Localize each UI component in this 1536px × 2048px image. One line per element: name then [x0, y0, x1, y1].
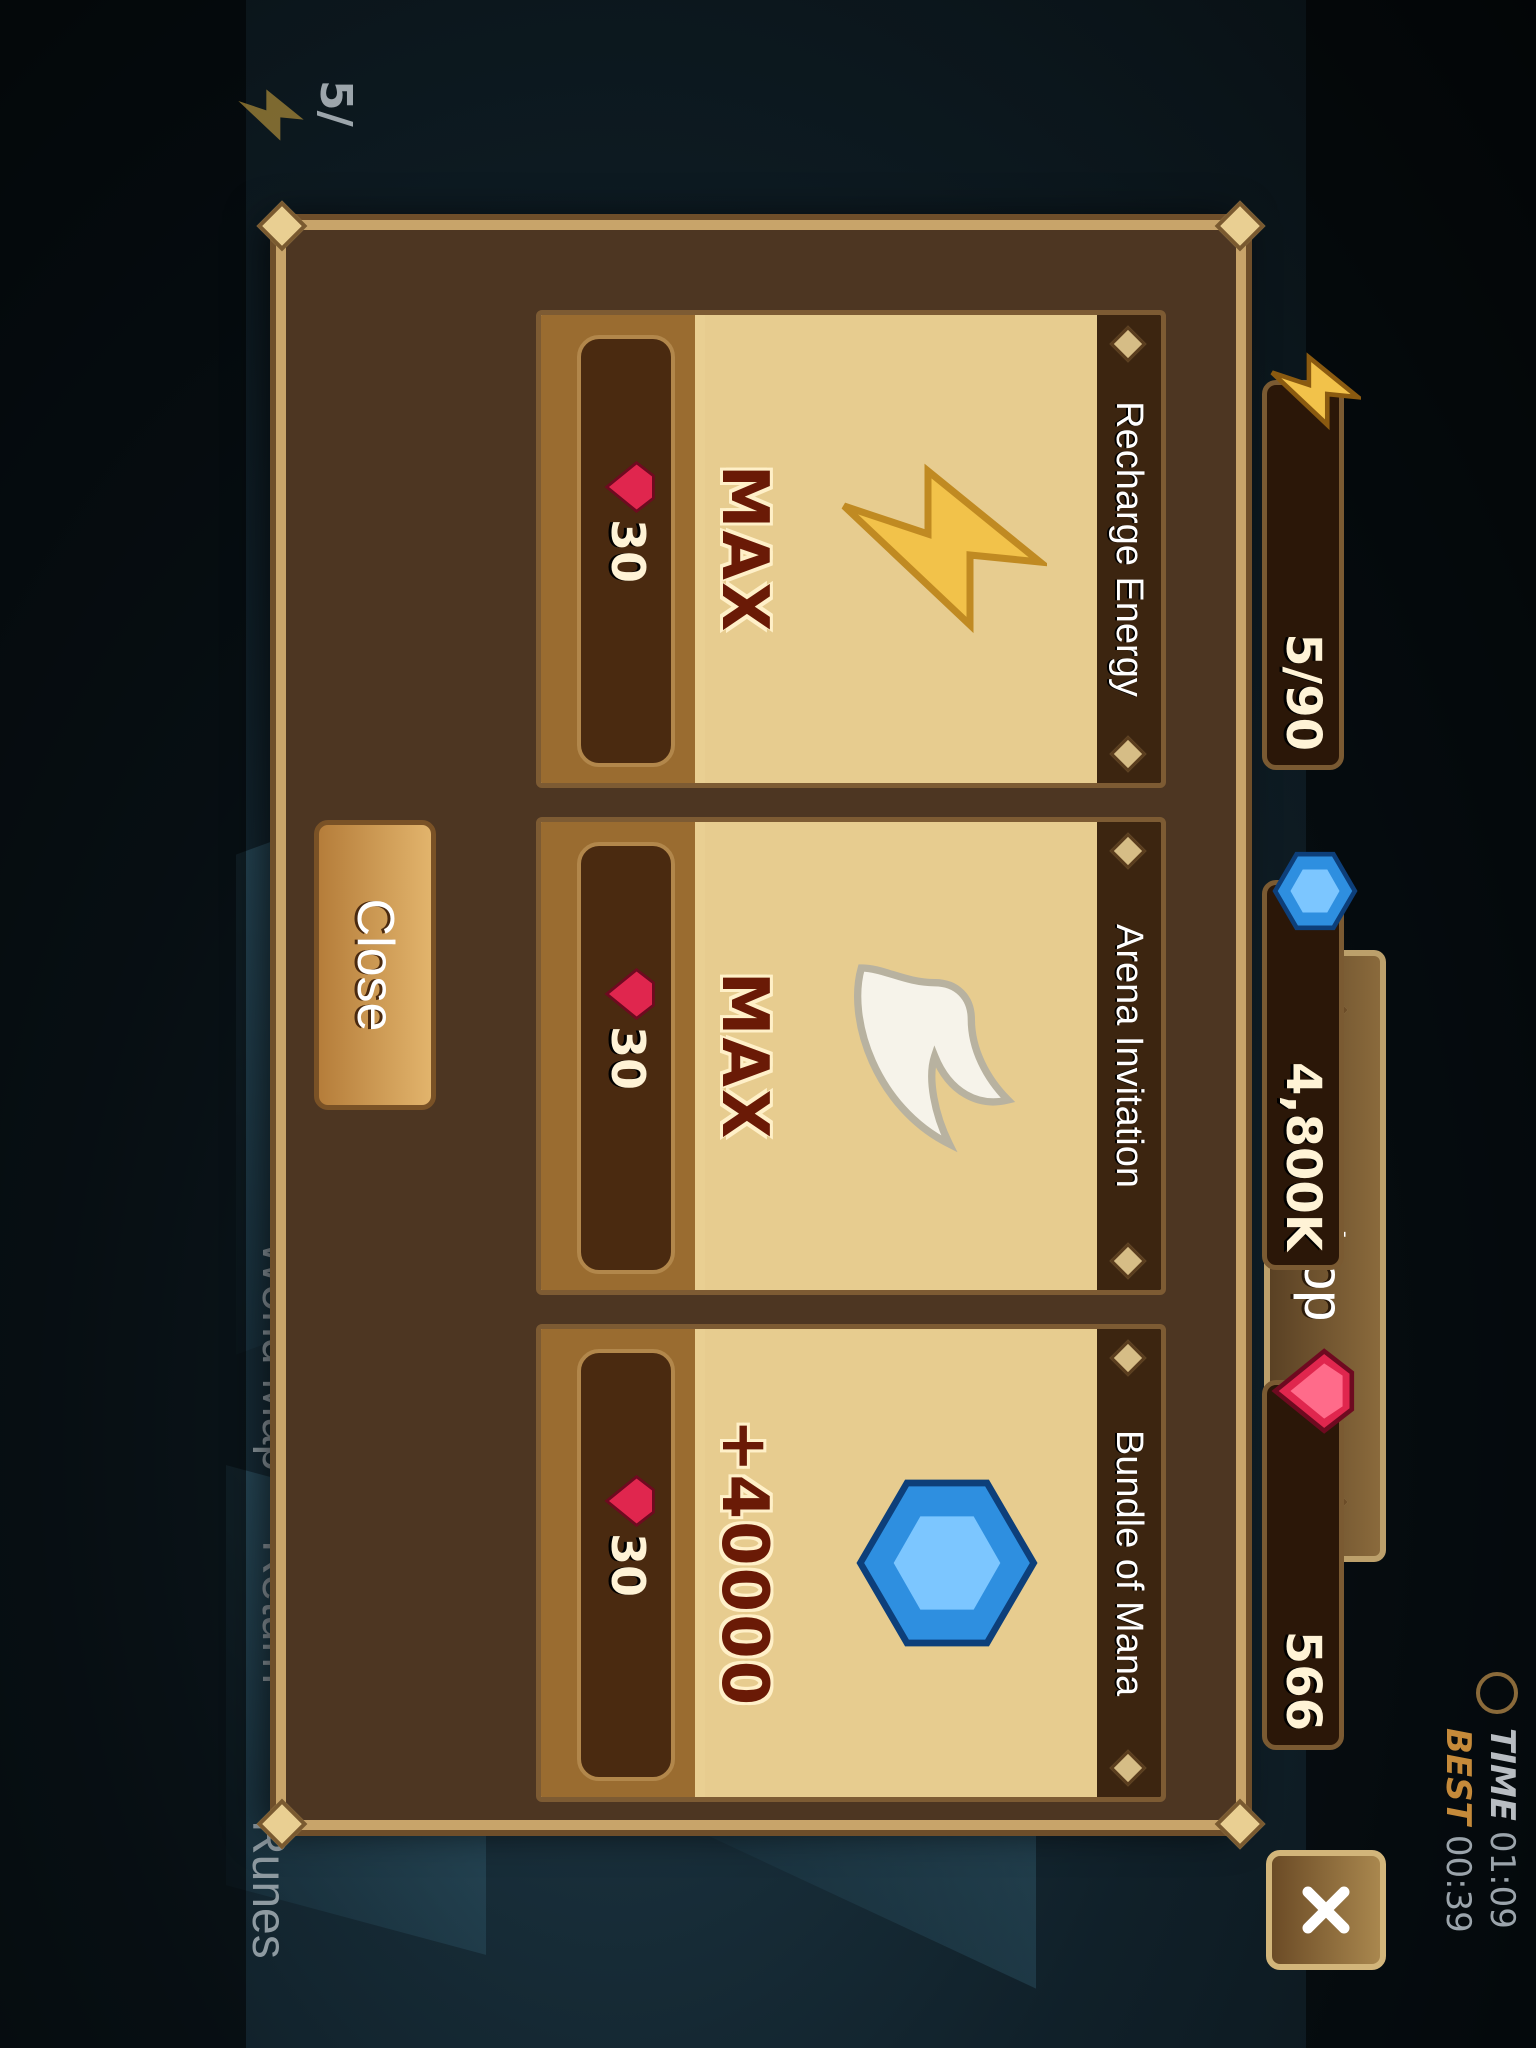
item-status: +40000 [707, 1418, 781, 1708]
item-header: Bundle of Mana [1097, 1329, 1161, 1797]
item-status: MAX [707, 971, 781, 1141]
item-header: Arena Invitation [1097, 822, 1161, 1290]
close-icon [1302, 1886, 1350, 1934]
crystal-gem-icon [1271, 1348, 1355, 1434]
panel-corner [1214, 200, 1266, 252]
time-value: 01:09 [1482, 1830, 1522, 1929]
item-header: Recharge Energy [1097, 315, 1161, 783]
shop-item-recharge-energy: Recharge Energy MAX 30 [536, 310, 1166, 788]
buy-arena-invitation-button[interactable]: 30 [577, 842, 675, 1274]
close-button[interactable]: Close [314, 820, 436, 1110]
item-price: 30 [601, 1025, 655, 1090]
header-ornament [1109, 1242, 1147, 1280]
item-name: Recharge Energy [1108, 401, 1151, 697]
panel-corner [1214, 1798, 1266, 1850]
best-label: BEST [1438, 1728, 1478, 1825]
mana-resource: 4,800K [1262, 851, 1358, 1270]
mana-crystal-icon [1272, 851, 1358, 931]
best-value: 00:39 [1438, 1834, 1478, 1933]
header-ornament [1109, 1749, 1147, 1787]
energy-resource: 5/90 [1262, 352, 1361, 770]
header-ornament [1109, 832, 1147, 870]
background-energy-icon [238, 89, 304, 141]
time-label: TIME [1482, 1728, 1522, 1821]
item-status: MAX [707, 464, 781, 634]
item-name: Arena Invitation [1108, 923, 1151, 1189]
shop-item-arena-invitation: Arena Invitation MAX 30 [536, 817, 1166, 1295]
clock-icon [1476, 1672, 1518, 1714]
item-footer: 30 [541, 315, 695, 783]
close-button-label: Close [346, 898, 404, 1032]
shop-item-bundle-of-mana: Bundle of Mana +40000 30 [536, 1324, 1166, 1802]
game-screen: TIME01:09 BEST00:39 5/ World Map Return … [0, 0, 1536, 2048]
panel-corner [256, 200, 308, 252]
item-footer: 30 [541, 1329, 695, 1797]
crystal-value: 566 [1275, 1630, 1331, 1731]
time-display: TIME 01:09 BEST 00:39 [1436, 1672, 1524, 1933]
shop-panel: Shop 5/90 4,800K 566 Recharge Energy [256, 200, 1386, 1970]
buy-bundle-of-mana-button[interactable]: 30 [577, 1349, 675, 1781]
header-ornament [1109, 325, 1147, 363]
close-x-button[interactable] [1266, 1850, 1386, 1970]
background-energy-count: 5/ [310, 80, 361, 127]
item-price: 30 [601, 1532, 655, 1597]
item-price: 30 [601, 518, 655, 583]
item-footer: 30 [541, 822, 695, 1290]
energy-bolt-icon [1270, 352, 1361, 431]
mana-value: 4,800K [1275, 1061, 1331, 1251]
header-ornament [1109, 1339, 1147, 1377]
bottom-dark-band [0, 0, 246, 2048]
mana-crystal-icon [856, 1479, 1038, 1647]
header-ornament [1109, 735, 1147, 773]
energy-value: 5/90 [1275, 633, 1331, 751]
item-name: Bundle of Mana [1108, 1429, 1151, 1697]
energy-bolt-icon [841, 463, 1047, 634]
wing-icon [854, 964, 1016, 1153]
crystal-resource: 566 [1262, 1348, 1355, 1750]
buy-recharge-energy-button[interactable]: 30 [577, 335, 675, 767]
